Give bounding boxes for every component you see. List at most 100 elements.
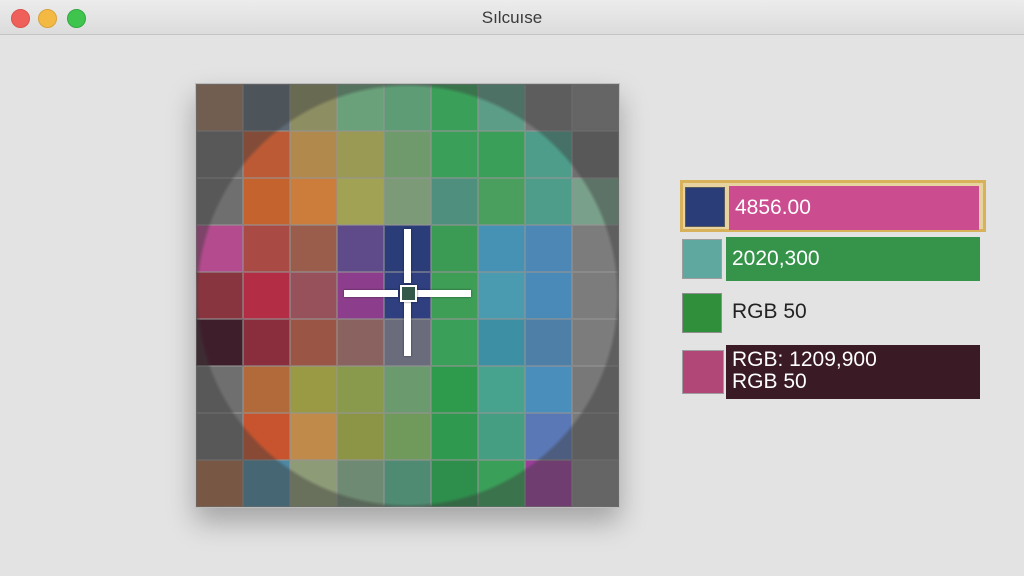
pixel-cell: [431, 460, 478, 507]
pixel-cell: [525, 366, 572, 413]
pixel-cell: [572, 366, 619, 413]
pixel-cell: [572, 460, 619, 507]
pixel-cell: [243, 131, 290, 178]
pixel-cell: [290, 366, 337, 413]
pixel-cell: [478, 460, 525, 507]
pixel-cell: [478, 366, 525, 413]
pixel-cell: [431, 319, 478, 366]
pixel-cell: [243, 319, 290, 366]
pixel-cell: [478, 131, 525, 178]
pixel-cell: [525, 413, 572, 460]
pixel-cell: [196, 272, 243, 319]
pixel-cell: [431, 225, 478, 272]
magnifier-loupe[interactable]: [195, 83, 620, 508]
pixel-cell: [525, 84, 572, 131]
pixel-cell: [431, 178, 478, 225]
pixel-cell: [196, 84, 243, 131]
pixel-cell: [337, 319, 384, 366]
pixel-cell: [337, 460, 384, 507]
pixel-cell: [431, 131, 478, 178]
pixel-cell: [572, 413, 619, 460]
pixel-cell: [337, 366, 384, 413]
pixel-cell: [384, 178, 431, 225]
pixel-cell: [525, 319, 572, 366]
color-swatch: [682, 239, 722, 279]
pixel-cell: [525, 460, 572, 507]
pixel-cell: [572, 84, 619, 131]
pixel-cell: [431, 272, 478, 319]
pixel-cell: [572, 272, 619, 319]
color-value-line-1: RGB: 1209,900: [732, 348, 877, 371]
pixel-cell: [243, 460, 290, 507]
color-value: RGB: 1209,900 RGB 50: [726, 345, 980, 399]
pixel-cell: [384, 366, 431, 413]
pixel-cell: [243, 413, 290, 460]
pixel-cell: [196, 131, 243, 178]
pixel-cell: [337, 178, 384, 225]
pixel-cell: [337, 131, 384, 178]
pixel-cell: [196, 460, 243, 507]
pixel-cell: [243, 272, 290, 319]
pixel-cell: [572, 319, 619, 366]
pixel-cell: [290, 460, 337, 507]
pixel-cell: [243, 225, 290, 272]
color-swatch: [682, 293, 722, 333]
pixel-cell: [525, 272, 572, 319]
pixel-cell: [290, 178, 337, 225]
pixel-cell: [478, 319, 525, 366]
pixel-cell: [290, 272, 337, 319]
color-row-3[interactable]: RGB 50: [680, 290, 986, 340]
pixel-cell: [478, 272, 525, 319]
pixel-cell: [196, 178, 243, 225]
pixel-cell: [290, 84, 337, 131]
pixel-cell: [572, 178, 619, 225]
pixel-cell: [384, 272, 431, 319]
pixel-cell: [196, 366, 243, 413]
pixel-cell: [196, 319, 243, 366]
color-swatch: [685, 187, 725, 227]
pixel-cell: [243, 366, 290, 413]
color-value: 4856.00: [729, 186, 979, 230]
pixel-cell: [196, 225, 243, 272]
pixel-cell: [196, 413, 243, 460]
pixel-grid: [196, 84, 619, 507]
pixel-cell: [384, 460, 431, 507]
pixel-cell: [525, 225, 572, 272]
pixel-cell: [384, 131, 431, 178]
pixel-cell: [478, 413, 525, 460]
pixel-cell: [478, 84, 525, 131]
pixel-cell: [290, 413, 337, 460]
pixel-cell: [384, 413, 431, 460]
pixel-cell: [478, 178, 525, 225]
pixel-cell: [243, 178, 290, 225]
pixel-cell: [290, 225, 337, 272]
color-value: RGB 50: [732, 300, 807, 323]
color-row-1[interactable]: 4856.00: [680, 180, 986, 232]
window-title: Sılcuıse: [481, 8, 543, 27]
pixel-cell: [572, 131, 619, 178]
pixel-cell: [572, 225, 619, 272]
color-row-2[interactable]: 2020,300: [680, 236, 986, 286]
pixel-cell: [243, 84, 290, 131]
pixel-cell: [337, 413, 384, 460]
pixel-cell: [431, 413, 478, 460]
pixel-cell: [290, 131, 337, 178]
picker-window: Sılcuıse 4856.00 2020,300 RGB 50 RGB: 12…: [0, 0, 1024, 576]
color-value: 2020,300: [726, 237, 980, 281]
pixel-cell: [478, 225, 525, 272]
title-bar[interactable]: Sılcuıse: [0, 0, 1024, 35]
pixel-cell: [431, 84, 478, 131]
pixel-cell: [525, 178, 572, 225]
color-value-line-2: RGB 50: [732, 370, 807, 393]
pixel-cell: [384, 225, 431, 272]
pixel-cell: [337, 84, 384, 131]
color-row-4[interactable]: RGB: 1209,900 RGB 50: [680, 344, 986, 400]
pixel-cell: [290, 319, 337, 366]
pixel-cell: [384, 84, 431, 131]
pixel-cell: [337, 225, 384, 272]
pixel-cell: [384, 319, 431, 366]
pixel-cell: [337, 272, 384, 319]
pixel-cell: [525, 131, 572, 178]
color-swatch: [682, 350, 724, 394]
pixel-cell: [431, 366, 478, 413]
